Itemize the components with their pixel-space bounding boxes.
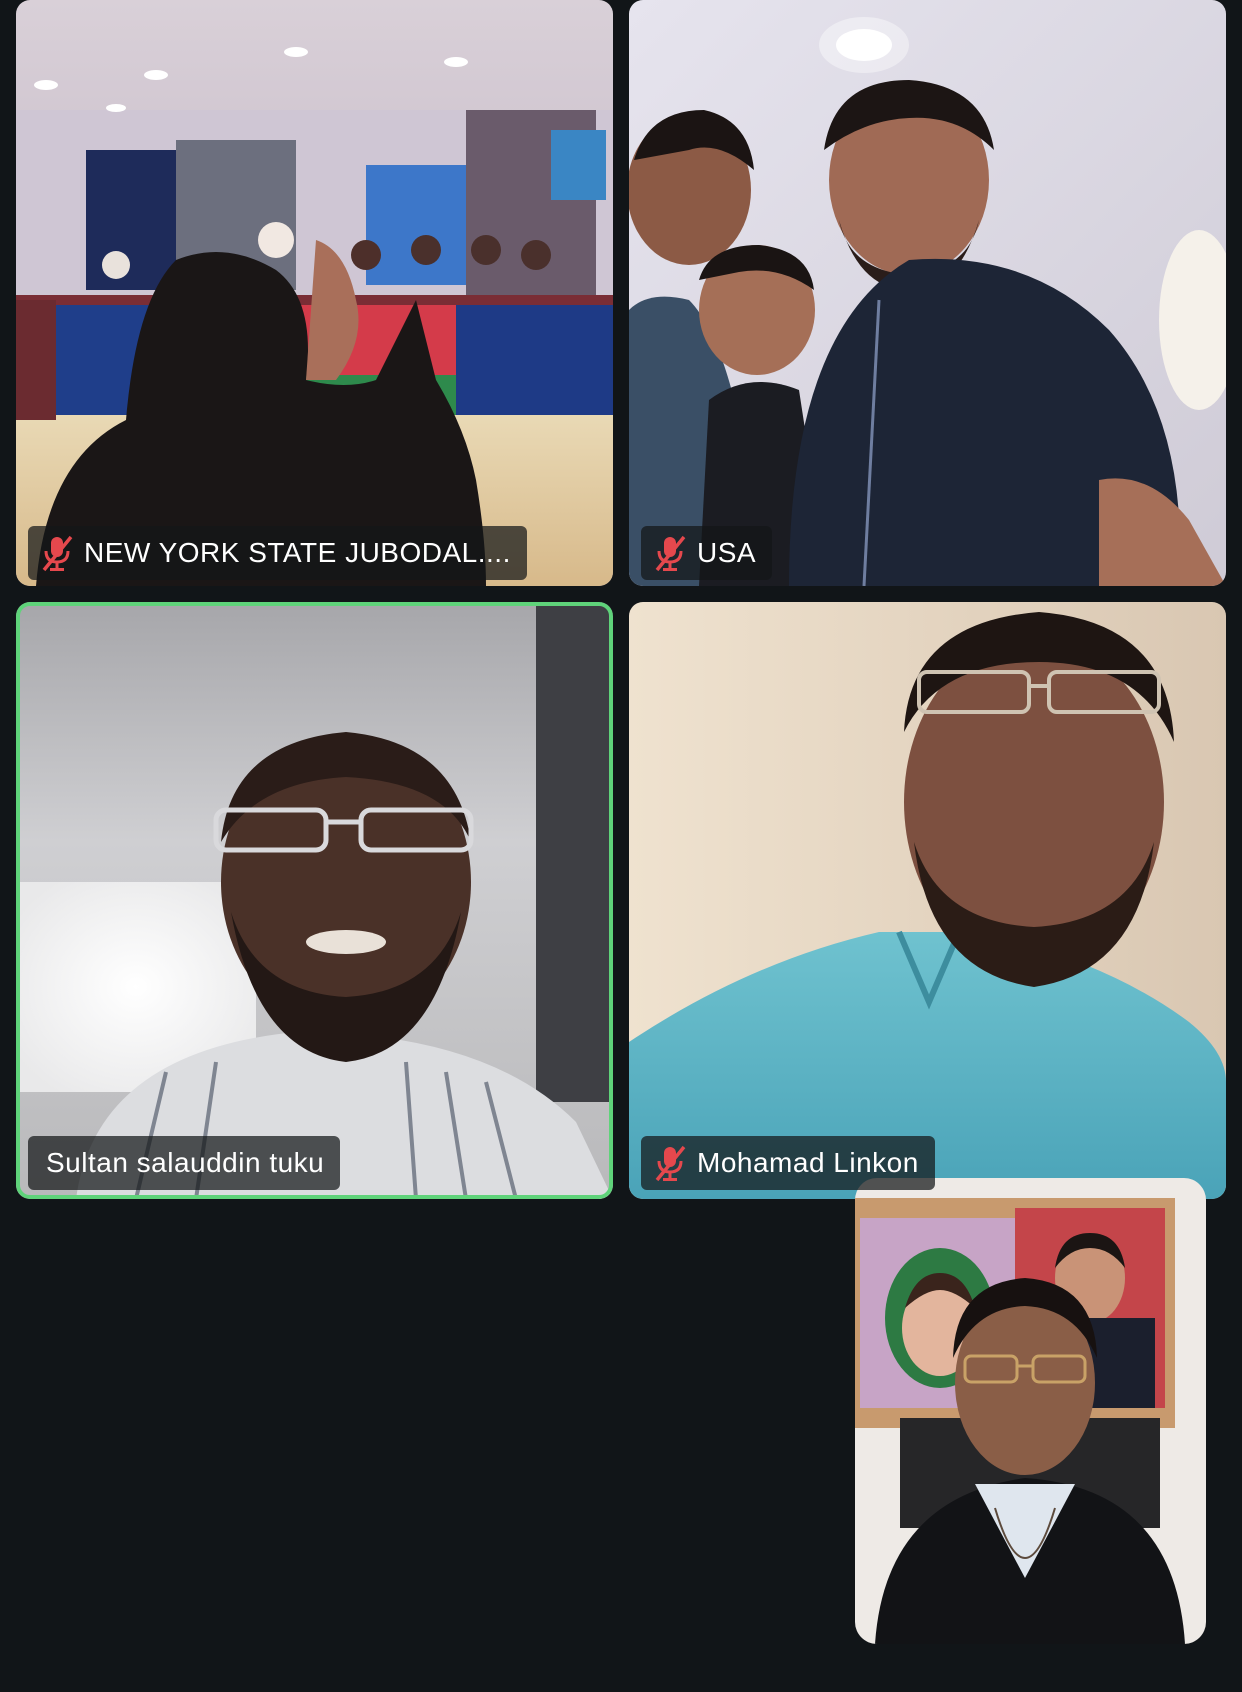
participant-name-tag: Mohamad Linkon bbox=[641, 1136, 935, 1190]
mic-muted-icon bbox=[655, 1145, 686, 1182]
mic-muted-icon bbox=[655, 535, 686, 572]
participant-video bbox=[16, 602, 613, 1199]
participant-name-tag: Sultan salauddin tuku bbox=[28, 1136, 341, 1190]
mic-muted-icon bbox=[42, 535, 73, 572]
participant-tile-sultan-salauddin-tuku[interactable]: Sultan salauddin tuku bbox=[16, 602, 613, 1199]
participant-name: USA bbox=[697, 537, 757, 568]
participant-name-tag: USA bbox=[641, 526, 773, 580]
self-view-video bbox=[855, 1178, 1206, 1644]
participant-tile-usa[interactable]: USA bbox=[629, 0, 1226, 586]
participant-name: NEW YORK STATE JUBODAL.... bbox=[84, 537, 511, 568]
self-view-tile[interactable] bbox=[855, 1178, 1206, 1644]
participant-tile-mohamad-linkon[interactable]: Mohamad Linkon bbox=[629, 602, 1226, 1199]
participant-name: Sultan salauddin tuku bbox=[46, 1147, 325, 1178]
participant-video bbox=[16, 0, 613, 586]
participant-video bbox=[629, 602, 1226, 1199]
participant-video bbox=[629, 0, 1226, 586]
participant-tile-new-york-state-jubodal[interactable]: NEW YORK STATE JUBODAL.... bbox=[16, 0, 613, 586]
participant-name-tag: NEW YORK STATE JUBODAL.... bbox=[28, 526, 527, 580]
participant-name: Mohamad Linkon bbox=[697, 1147, 919, 1178]
